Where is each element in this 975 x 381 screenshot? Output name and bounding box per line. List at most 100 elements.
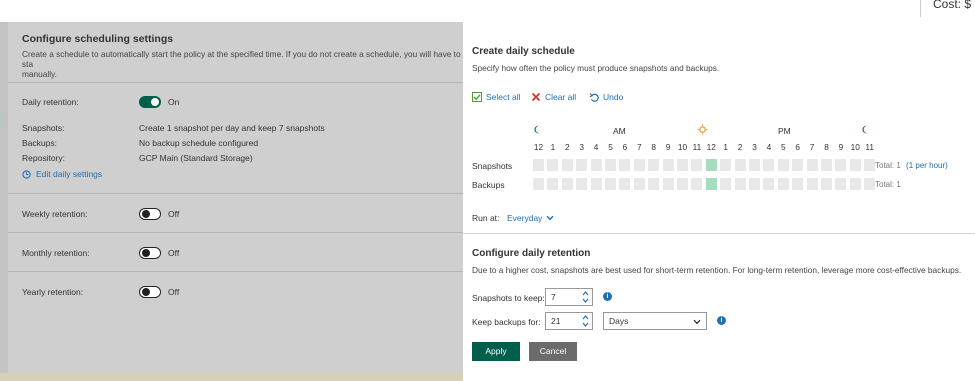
backups-hour-cell[interactable] bbox=[576, 178, 588, 190]
select-all-label: Select all bbox=[486, 92, 521, 102]
backup-unit-select[interactable]: Days bbox=[603, 312, 707, 330]
monthly-retention-toggle[interactable] bbox=[139, 247, 161, 259]
run-at-dropdown[interactable]: Everyday bbox=[507, 213, 554, 223]
backup-unit-value: Days bbox=[609, 316, 629, 326]
hour-label: 9 bbox=[665, 142, 671, 152]
clear-all-button[interactable]: Clear all bbox=[531, 92, 576, 102]
backups-value: No backup schedule configured bbox=[139, 138, 259, 148]
cancel-button[interactable]: Cancel bbox=[529, 342, 577, 361]
run-at-value: Everyday bbox=[507, 213, 543, 223]
backups-hour-cell[interactable] bbox=[821, 178, 832, 190]
snapshots-hour-cell[interactable] bbox=[806, 159, 818, 171]
close-icon bbox=[531, 92, 541, 102]
snapshots-hour-cell[interactable] bbox=[561, 159, 573, 171]
snapshots-hour-cell[interactable] bbox=[720, 159, 732, 171]
backups-hour-cell[interactable] bbox=[849, 178, 861, 190]
backups-hour-cell[interactable] bbox=[806, 178, 818, 190]
yearly-retention-label: Yearly retention: bbox=[22, 287, 84, 297]
panel-strip bbox=[0, 22, 8, 373]
hour-label: 4 bbox=[766, 142, 772, 152]
snapshots-hour-cell[interactable] bbox=[533, 159, 544, 171]
hour-label: 2 bbox=[564, 142, 570, 152]
snapshots-to-keep-value: 7 bbox=[551, 292, 556, 302]
snapshots-hour-cell[interactable] bbox=[648, 159, 660, 171]
select-all-button[interactable]: Select all bbox=[472, 92, 521, 102]
hour-label: 6 bbox=[622, 142, 628, 152]
snapshots-hour-cell[interactable] bbox=[734, 159, 746, 171]
chevron-down-icon bbox=[693, 319, 701, 325]
snapshots-hour-cell[interactable] bbox=[576, 159, 588, 171]
snapshots-hour-cell[interactable] bbox=[619, 159, 631, 171]
per-hour-link[interactable]: (1 per hour) bbox=[906, 161, 948, 170]
backups-hour-cell[interactable] bbox=[749, 178, 760, 190]
yearly-retention-toggle[interactable] bbox=[139, 286, 161, 298]
keep-backups-for-value: 21 bbox=[551, 316, 561, 326]
clock-icon bbox=[22, 169, 31, 179]
backups-hour-cell[interactable] bbox=[705, 178, 717, 190]
backups-hour-cell[interactable] bbox=[605, 178, 616, 190]
undo-button[interactable]: Undo bbox=[589, 92, 623, 102]
backups-hour-cell[interactable] bbox=[734, 178, 746, 190]
backups-hour-cell[interactable] bbox=[533, 178, 544, 190]
snapshots-hour-cell[interactable] bbox=[691, 159, 703, 171]
snapshots-total-value: Total: 1 bbox=[875, 161, 901, 170]
snapshots-hour-cell[interactable] bbox=[590, 159, 602, 171]
keep-backups-for-input[interactable]: 21 bbox=[545, 312, 593, 330]
backups-hour-cell[interactable] bbox=[619, 178, 631, 190]
backups-hour-cell[interactable] bbox=[590, 178, 602, 190]
snapshots-hour-cell[interactable] bbox=[835, 159, 847, 171]
keep-backups-for-stepper[interactable] bbox=[582, 314, 589, 330]
snapshots-hour-cell[interactable] bbox=[605, 159, 616, 171]
snapshots-hour-cell[interactable] bbox=[777, 159, 789, 171]
snapshots-hour-cell[interactable] bbox=[547, 159, 559, 171]
info-icon[interactable]: i bbox=[717, 316, 726, 325]
snapshots-hour-cell[interactable] bbox=[677, 159, 688, 171]
hour-label: 11 bbox=[865, 142, 874, 152]
edit-daily-settings-link[interactable]: Edit daily settings bbox=[22, 169, 102, 179]
snapshots-hour-cell[interactable] bbox=[763, 159, 775, 171]
retention-title: Configure daily retention bbox=[472, 248, 591, 259]
snapshots-hour-cell[interactable] bbox=[633, 159, 645, 171]
backups-hour-cell[interactable] bbox=[662, 178, 674, 190]
snapshots-value: Create 1 snapshot per day and keep 7 sna… bbox=[139, 123, 325, 133]
backups-hour-cell[interactable] bbox=[691, 178, 703, 190]
panel-notch bbox=[0, 108, 8, 132]
info-icon[interactable]: i bbox=[603, 292, 612, 301]
hour-label: 2 bbox=[737, 142, 743, 152]
schedule-description: Specify how often the policy must produc… bbox=[472, 63, 720, 73]
backups-hour-cell[interactable] bbox=[677, 178, 688, 190]
backups-hour-cell[interactable] bbox=[648, 178, 660, 190]
undo-icon bbox=[589, 93, 599, 102]
backups-hour-cell[interactable] bbox=[777, 178, 789, 190]
backups-hour-cell[interactable] bbox=[561, 178, 573, 190]
stepper-arrows-icon bbox=[582, 315, 589, 327]
snapshots-hour-cell[interactable] bbox=[849, 159, 861, 171]
backups-hour-cell[interactable] bbox=[720, 178, 732, 190]
backups-hour-cell[interactable] bbox=[835, 178, 847, 190]
snapshots-hour-cell[interactable] bbox=[662, 159, 674, 171]
daily-retention-toggle[interactable] bbox=[139, 96, 161, 108]
weekly-retention-toggle[interactable] bbox=[139, 208, 161, 220]
snapshots-hour-cell[interactable] bbox=[864, 159, 876, 171]
hour-label: 5 bbox=[608, 142, 613, 152]
snapshots-label: Snapshots: bbox=[22, 123, 65, 133]
hour-label: 1 bbox=[550, 142, 556, 152]
hour-label: 5 bbox=[780, 142, 786, 152]
edit-daily-settings-label: Edit daily settings bbox=[36, 169, 103, 179]
backups-hour-cell[interactable] bbox=[547, 178, 559, 190]
hour-label: 12 bbox=[533, 142, 544, 152]
repository-label: Repository: bbox=[22, 153, 65, 163]
snapshots-to-keep-stepper[interactable] bbox=[582, 290, 589, 306]
snapshots-hour-cell[interactable] bbox=[705, 159, 717, 171]
snapshots-hour-cell[interactable] bbox=[792, 159, 804, 171]
apply-button[interactable]: Apply bbox=[472, 342, 520, 361]
backups-hour-cell[interactable] bbox=[792, 178, 804, 190]
hour-label: 10 bbox=[677, 142, 688, 152]
settings-title: Configure scheduling settings bbox=[22, 33, 174, 45]
backups-hour-cell[interactable] bbox=[864, 178, 876, 190]
backups-hour-cell[interactable] bbox=[633, 178, 645, 190]
snapshots-to-keep-input[interactable]: 7 bbox=[545, 288, 593, 306]
snapshots-hour-cell[interactable] bbox=[749, 159, 760, 171]
snapshots-hour-cell[interactable] bbox=[821, 159, 832, 171]
backups-hour-cell[interactable] bbox=[763, 178, 775, 190]
